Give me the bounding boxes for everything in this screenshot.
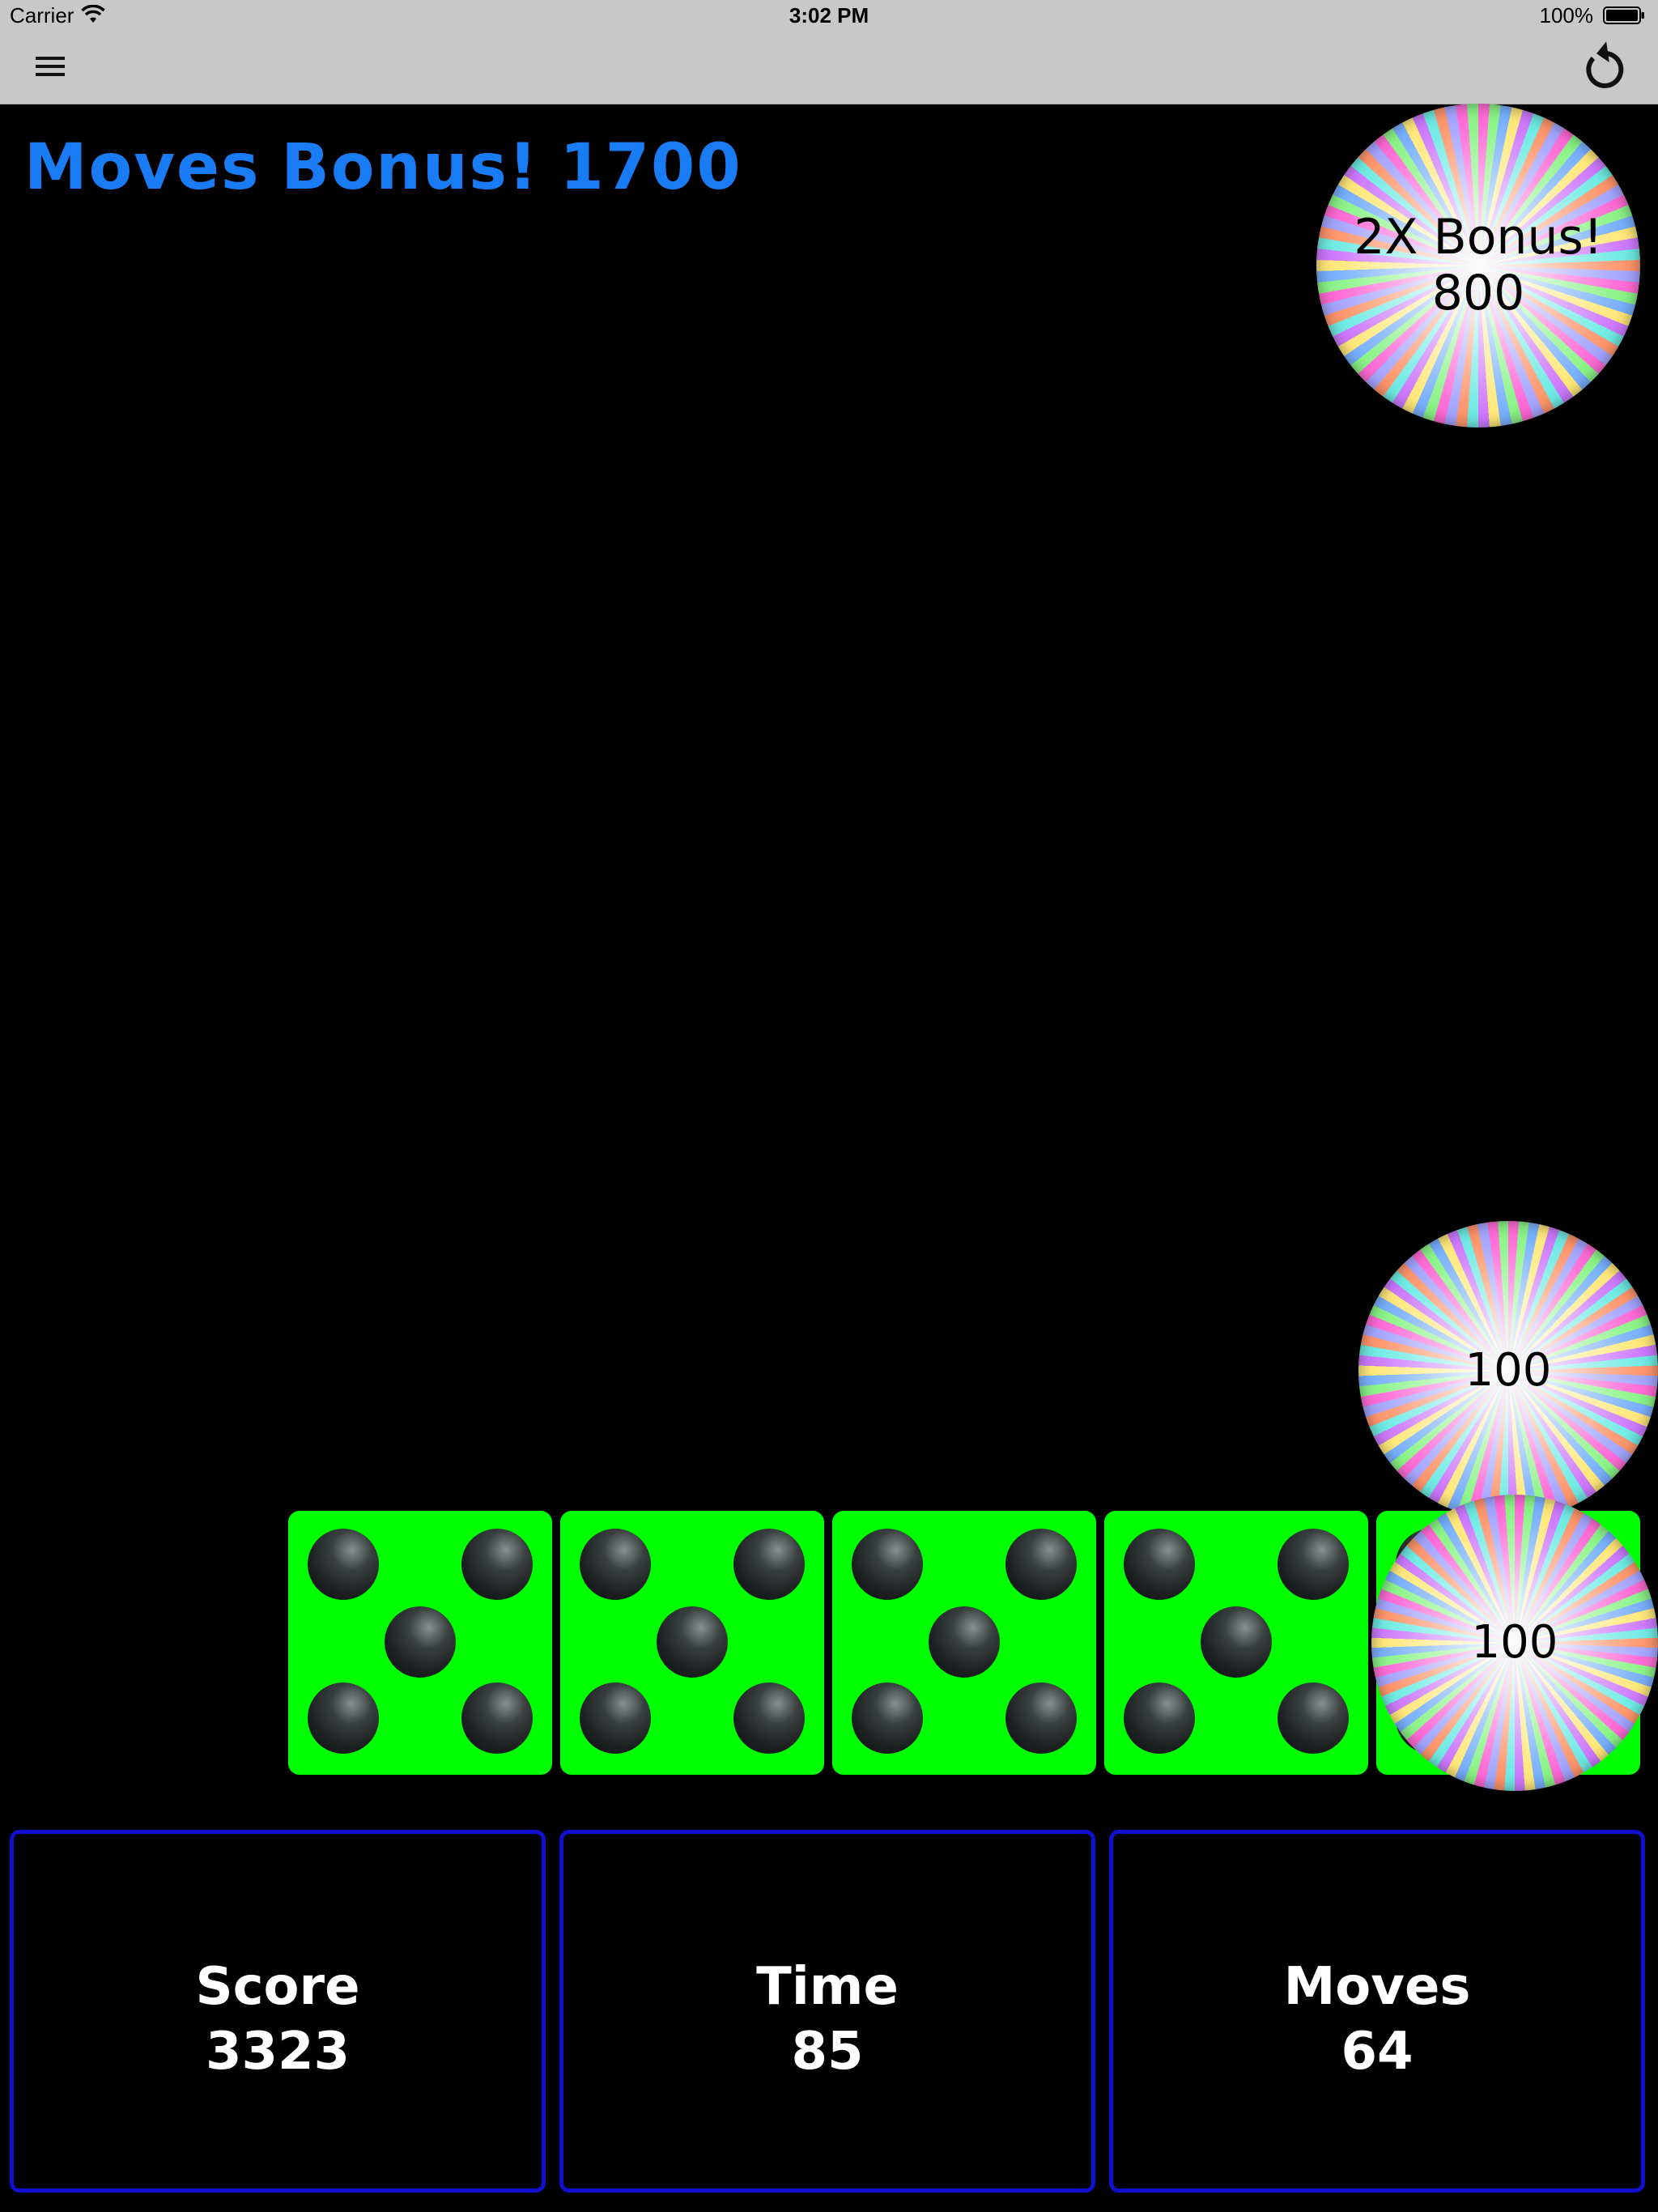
- die-pip: [385, 1606, 456, 1678]
- die-pip: [1124, 1682, 1195, 1754]
- die-3[interactable]: [832, 1511, 1096, 1775]
- banner-word: Moves: [24, 131, 261, 204]
- die-pip: [308, 1682, 379, 1754]
- die-pip: [1278, 1529, 1349, 1600]
- bonus-orb-2x: 2X Bonus! 800: [1316, 104, 1640, 428]
- bonus-orb-2x-text: 2X Bonus! 800: [1316, 210, 1640, 321]
- die-pip: [1005, 1682, 1077, 1754]
- die-pip: [1201, 1606, 1272, 1678]
- die-pip: [657, 1606, 728, 1678]
- battery-icon: [1603, 6, 1644, 24]
- die-pip: [1278, 1682, 1349, 1754]
- game-screen: Carrier 3:02 PM 100% Moves Bonus! 1700 2X …: [0, 0, 1658, 2212]
- moves-value: 64: [1341, 2022, 1414, 2082]
- die-pip: [580, 1529, 651, 1600]
- score-value: 3323: [205, 2022, 351, 2082]
- banner-value: 1700: [559, 131, 742, 204]
- status-time: 3:02 PM: [789, 3, 869, 28]
- time-value: 85: [791, 2022, 864, 2082]
- top-bar: Carrier 3:02 PM 100%: [0, 0, 1658, 104]
- bonus-orb-2x-value: 800: [1431, 265, 1525, 321]
- die-pip: [852, 1529, 923, 1600]
- score-panel: Score 3323: [10, 1830, 546, 2193]
- bonus-orb-2x-title: 2X Bonus!: [1354, 209, 1603, 266]
- moves-label: Moves: [1283, 1957, 1471, 2017]
- bonus-orb-100-upper: 100: [1358, 1221, 1658, 1521]
- restart-arrow-icon[interactable]: [1577, 37, 1629, 94]
- banner-word: Bonus!: [281, 131, 539, 204]
- time-label: Time: [756, 1957, 899, 2017]
- die-pip: [580, 1682, 651, 1754]
- moves-bonus-banner: Moves Bonus! 1700: [24, 131, 763, 204]
- die-pip: [733, 1682, 805, 1754]
- die-pip: [1124, 1529, 1195, 1600]
- die-pip: [852, 1682, 923, 1754]
- die-pip: [929, 1606, 1000, 1678]
- die-pip: [308, 1529, 379, 1600]
- die-pip: [461, 1529, 533, 1600]
- die-2[interactable]: [560, 1511, 824, 1775]
- bonus-orb-100-lower: 100: [1371, 1495, 1658, 1791]
- die-1[interactable]: [288, 1511, 552, 1775]
- die-pip: [733, 1529, 805, 1600]
- die-pip: [461, 1682, 533, 1754]
- die-pip: [1005, 1529, 1077, 1600]
- bonus-orb-label: 100: [1465, 1343, 1552, 1397]
- status-battery-percent: 100%: [1539, 3, 1594, 28]
- moves-panel: Moves 64: [1109, 1830, 1645, 2193]
- time-panel: Time 85: [559, 1830, 1095, 2193]
- die-4[interactable]: [1104, 1511, 1368, 1775]
- score-label: Score: [195, 1957, 360, 2017]
- bonus-orb-label: 100: [1471, 1615, 1558, 1669]
- hamburger-menu-icon[interactable]: [32, 52, 71, 84]
